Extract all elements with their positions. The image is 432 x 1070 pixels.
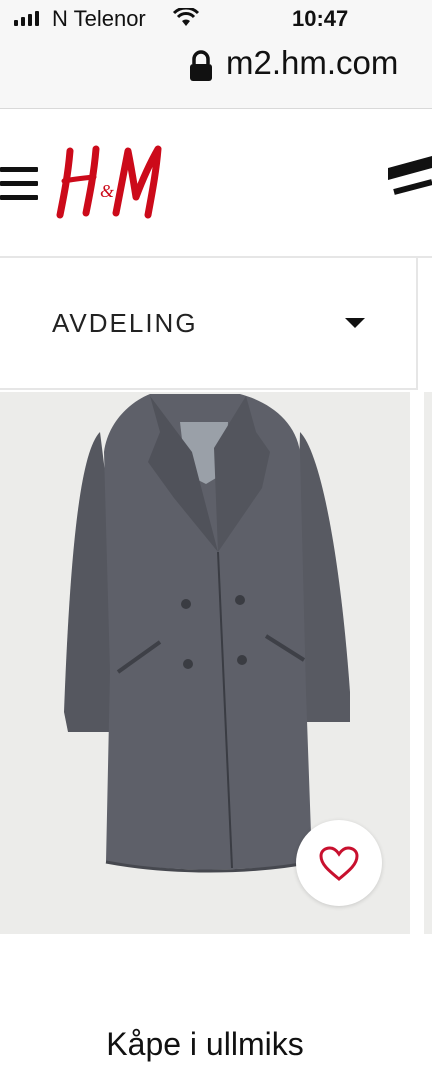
address-bar-url[interactable]: m2.hm.com bbox=[226, 44, 432, 82]
add-to-favorites-button[interactable] bbox=[296, 820, 382, 906]
svg-text:&: & bbox=[100, 181, 114, 201]
department-label: AVDELING bbox=[52, 308, 198, 338]
carrier-name: N Telenor bbox=[52, 6, 146, 31]
hm-logo[interactable]: & bbox=[56, 145, 166, 221]
chevron-down-icon bbox=[345, 318, 365, 328]
browser-status-bar: N Telenor 10:47 m2.hm.com bbox=[0, 0, 432, 109]
wifi-icon bbox=[172, 8, 200, 26]
next-product-edge bbox=[424, 392, 432, 934]
cellular-signal-icon bbox=[14, 10, 39, 26]
menu-icon[interactable] bbox=[0, 167, 38, 203]
product-title[interactable]: Kåpe i ullmiks bbox=[0, 1026, 410, 1063]
shopping-bag-icon[interactable] bbox=[386, 154, 432, 204]
department-dropdown[interactable]: AVDELING bbox=[0, 258, 418, 390]
status-time: 10:47 bbox=[292, 6, 349, 31]
site-header: & bbox=[0, 109, 432, 258]
lock-icon bbox=[190, 50, 212, 81]
heart-outline-icon bbox=[319, 846, 359, 881]
